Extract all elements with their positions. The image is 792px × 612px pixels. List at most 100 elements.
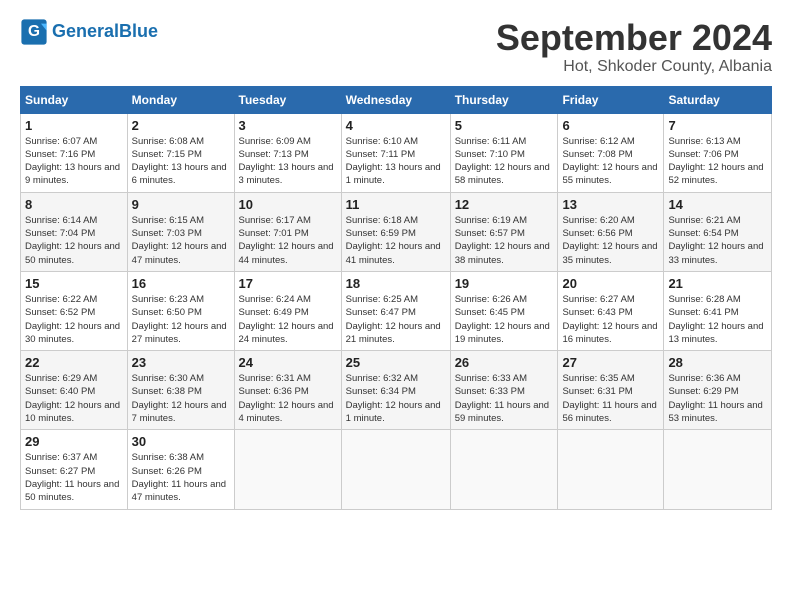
day-number: 18	[346, 276, 446, 291]
day-number: 25	[346, 355, 446, 370]
day-detail: Sunrise: 6:13 AM Sunset: 7:06 PM Dayligh…	[668, 135, 767, 188]
day-detail: Sunrise: 6:30 AM Sunset: 6:38 PM Dayligh…	[132, 372, 230, 425]
header-tuesday: Tuesday	[234, 86, 341, 113]
day-number: 22	[25, 355, 123, 370]
day-detail: Sunrise: 6:22 AM Sunset: 6:52 PM Dayligh…	[25, 293, 123, 346]
day-detail: Sunrise: 6:37 AM Sunset: 6:27 PM Dayligh…	[25, 451, 123, 504]
table-row: 14 Sunrise: 6:21 AM Sunset: 6:54 PM Dayl…	[664, 192, 772, 271]
table-row: 6 Sunrise: 6:12 AM Sunset: 7:08 PM Dayli…	[558, 113, 664, 192]
day-number: 30	[132, 434, 230, 449]
day-number: 21	[668, 276, 767, 291]
day-detail: Sunrise: 6:24 AM Sunset: 6:49 PM Dayligh…	[239, 293, 337, 346]
header-saturday: Saturday	[664, 86, 772, 113]
table-row: 17 Sunrise: 6:24 AM Sunset: 6:49 PM Dayl…	[234, 271, 341, 350]
table-row: 27 Sunrise: 6:35 AM Sunset: 6:31 PM Dayl…	[558, 351, 664, 430]
day-detail: Sunrise: 6:35 AM Sunset: 6:31 PM Dayligh…	[562, 372, 659, 425]
table-row: 3 Sunrise: 6:09 AM Sunset: 7:13 PM Dayli…	[234, 113, 341, 192]
table-row	[558, 430, 664, 509]
day-detail: Sunrise: 6:09 AM Sunset: 7:13 PM Dayligh…	[239, 135, 337, 188]
table-row: 28 Sunrise: 6:36 AM Sunset: 6:29 PM Dayl…	[664, 351, 772, 430]
day-number: 29	[25, 434, 123, 449]
day-number: 16	[132, 276, 230, 291]
calendar-week-row: 8 Sunrise: 6:14 AM Sunset: 7:04 PM Dayli…	[21, 192, 772, 271]
day-detail: Sunrise: 6:20 AM Sunset: 6:56 PM Dayligh…	[562, 214, 659, 267]
month-title: September 2024	[496, 18, 772, 58]
day-number: 27	[562, 355, 659, 370]
day-number: 11	[346, 197, 446, 212]
day-number: 7	[668, 118, 767, 133]
day-number: 15	[25, 276, 123, 291]
table-row: 8 Sunrise: 6:14 AM Sunset: 7:04 PM Dayli…	[21, 192, 128, 271]
title-area: September 2024 Hot, Shkoder County, Alba…	[496, 18, 772, 76]
table-row: 25 Sunrise: 6:32 AM Sunset: 6:34 PM Dayl…	[341, 351, 450, 430]
table-row: 29 Sunrise: 6:37 AM Sunset: 6:27 PM Dayl…	[21, 430, 128, 509]
day-number: 14	[668, 197, 767, 212]
logo-text: GeneralBlue	[52, 22, 158, 42]
calendar-week-row: 1 Sunrise: 6:07 AM Sunset: 7:16 PM Dayli…	[21, 113, 772, 192]
table-row	[234, 430, 341, 509]
day-number: 5	[455, 118, 554, 133]
day-number: 26	[455, 355, 554, 370]
day-detail: Sunrise: 6:38 AM Sunset: 6:26 PM Dayligh…	[132, 451, 230, 504]
day-number: 2	[132, 118, 230, 133]
day-detail: Sunrise: 6:31 AM Sunset: 6:36 PM Dayligh…	[239, 372, 337, 425]
table-row	[664, 430, 772, 509]
day-number: 23	[132, 355, 230, 370]
table-row: 13 Sunrise: 6:20 AM Sunset: 6:56 PM Dayl…	[558, 192, 664, 271]
day-detail: Sunrise: 6:08 AM Sunset: 7:15 PM Dayligh…	[132, 135, 230, 188]
calendar-page: G GeneralBlue September 2024 Hot, Shkode…	[0, 0, 792, 612]
day-detail: Sunrise: 6:19 AM Sunset: 6:57 PM Dayligh…	[455, 214, 554, 267]
logo-icon: G	[20, 18, 48, 46]
table-row: 16 Sunrise: 6:23 AM Sunset: 6:50 PM Dayl…	[127, 271, 234, 350]
day-number: 3	[239, 118, 337, 133]
header-thursday: Thursday	[450, 86, 558, 113]
table-row: 15 Sunrise: 6:22 AM Sunset: 6:52 PM Dayl…	[21, 271, 128, 350]
table-row: 23 Sunrise: 6:30 AM Sunset: 6:38 PM Dayl…	[127, 351, 234, 430]
day-detail: Sunrise: 6:25 AM Sunset: 6:47 PM Dayligh…	[346, 293, 446, 346]
table-row: 19 Sunrise: 6:26 AM Sunset: 6:45 PM Dayl…	[450, 271, 558, 350]
table-row: 24 Sunrise: 6:31 AM Sunset: 6:36 PM Dayl…	[234, 351, 341, 430]
header-wednesday: Wednesday	[341, 86, 450, 113]
day-detail: Sunrise: 6:23 AM Sunset: 6:50 PM Dayligh…	[132, 293, 230, 346]
day-number: 4	[346, 118, 446, 133]
table-row	[341, 430, 450, 509]
day-number: 10	[239, 197, 337, 212]
day-detail: Sunrise: 6:27 AM Sunset: 6:43 PM Dayligh…	[562, 293, 659, 346]
table-row: 4 Sunrise: 6:10 AM Sunset: 7:11 PM Dayli…	[341, 113, 450, 192]
table-row: 1 Sunrise: 6:07 AM Sunset: 7:16 PM Dayli…	[21, 113, 128, 192]
logo: G GeneralBlue	[20, 18, 158, 46]
table-row: 22 Sunrise: 6:29 AM Sunset: 6:40 PM Dayl…	[21, 351, 128, 430]
calendar-week-row: 15 Sunrise: 6:22 AM Sunset: 6:52 PM Dayl…	[21, 271, 772, 350]
day-number: 12	[455, 197, 554, 212]
day-number: 20	[562, 276, 659, 291]
day-number: 19	[455, 276, 554, 291]
day-detail: Sunrise: 6:21 AM Sunset: 6:54 PM Dayligh…	[668, 214, 767, 267]
day-detail: Sunrise: 6:07 AM Sunset: 7:16 PM Dayligh…	[25, 135, 123, 188]
day-detail: Sunrise: 6:18 AM Sunset: 6:59 PM Dayligh…	[346, 214, 446, 267]
table-row: 20 Sunrise: 6:27 AM Sunset: 6:43 PM Dayl…	[558, 271, 664, 350]
day-number: 8	[25, 197, 123, 212]
day-number: 13	[562, 197, 659, 212]
day-detail: Sunrise: 6:33 AM Sunset: 6:33 PM Dayligh…	[455, 372, 554, 425]
header-monday: Monday	[127, 86, 234, 113]
day-number: 6	[562, 118, 659, 133]
table-row	[450, 430, 558, 509]
day-detail: Sunrise: 6:14 AM Sunset: 7:04 PM Dayligh…	[25, 214, 123, 267]
table-row: 21 Sunrise: 6:28 AM Sunset: 6:41 PM Dayl…	[664, 271, 772, 350]
header-friday: Friday	[558, 86, 664, 113]
table-row: 18 Sunrise: 6:25 AM Sunset: 6:47 PM Dayl…	[341, 271, 450, 350]
day-detail: Sunrise: 6:10 AM Sunset: 7:11 PM Dayligh…	[346, 135, 446, 188]
day-detail: Sunrise: 6:32 AM Sunset: 6:34 PM Dayligh…	[346, 372, 446, 425]
header: G GeneralBlue September 2024 Hot, Shkode…	[20, 18, 772, 76]
table-row: 10 Sunrise: 6:17 AM Sunset: 7:01 PM Dayl…	[234, 192, 341, 271]
day-detail: Sunrise: 6:29 AM Sunset: 6:40 PM Dayligh…	[25, 372, 123, 425]
day-detail: Sunrise: 6:12 AM Sunset: 7:08 PM Dayligh…	[562, 135, 659, 188]
day-detail: Sunrise: 6:17 AM Sunset: 7:01 PM Dayligh…	[239, 214, 337, 267]
logo-general: General	[52, 21, 119, 41]
table-row: 26 Sunrise: 6:33 AM Sunset: 6:33 PM Dayl…	[450, 351, 558, 430]
table-row: 12 Sunrise: 6:19 AM Sunset: 6:57 PM Dayl…	[450, 192, 558, 271]
header-sunday: Sunday	[21, 86, 128, 113]
calendar-table: Sunday Monday Tuesday Wednesday Thursday…	[20, 86, 772, 510]
day-number: 24	[239, 355, 337, 370]
day-number: 17	[239, 276, 337, 291]
